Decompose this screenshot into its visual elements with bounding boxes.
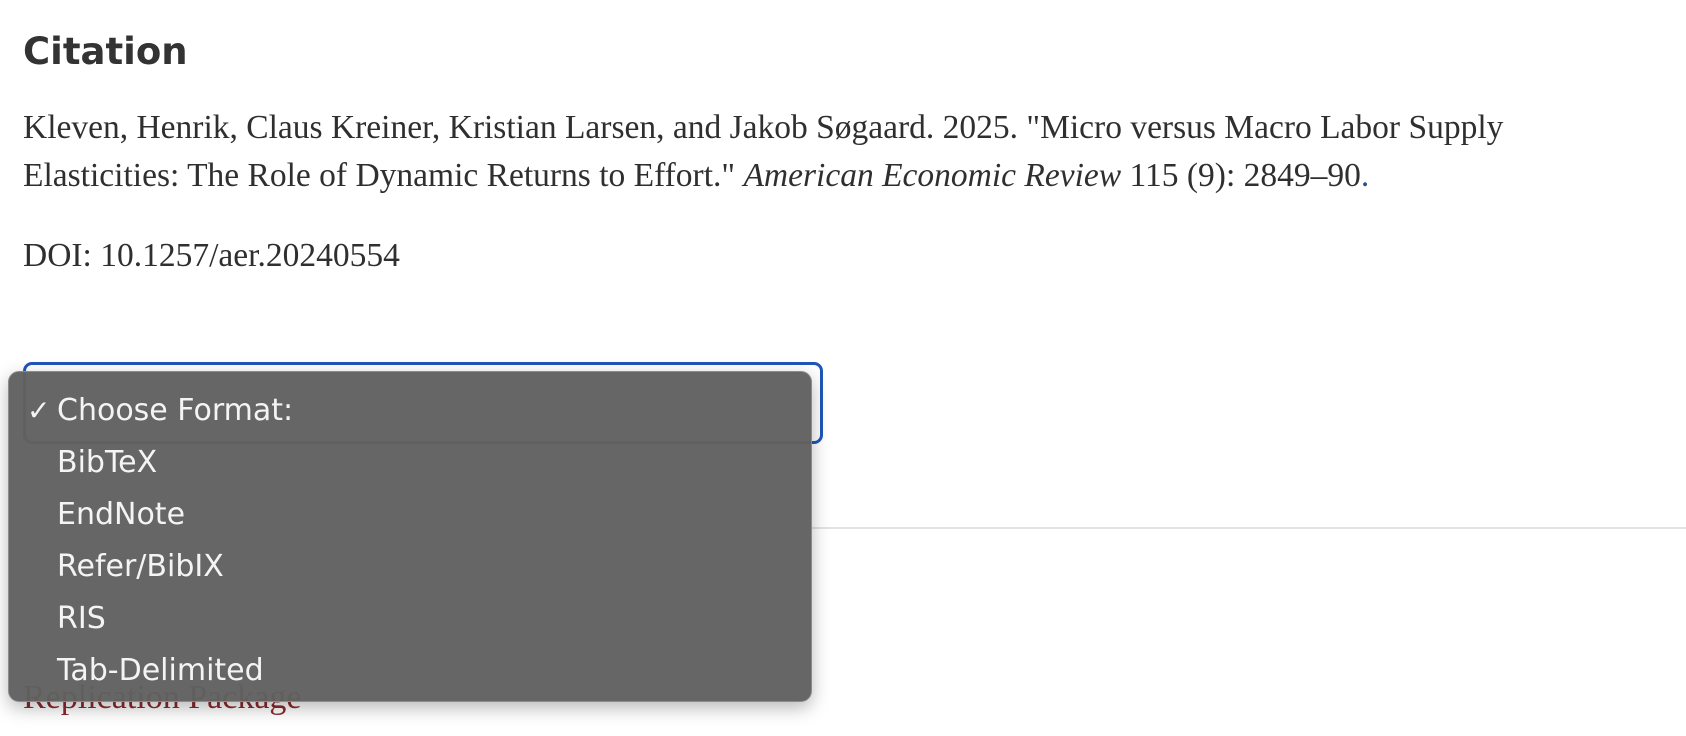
format-option-refer-bibix[interactable]: Refer/BibIX — [9, 541, 811, 593]
format-option-label: BibTeX — [57, 445, 158, 480]
format-option-label: Choose Format: — [57, 393, 294, 428]
format-option-ris[interactable]: RIS — [9, 593, 811, 645]
format-option-label: Tab-Delimited — [57, 653, 264, 688]
doi-text: DOI: 10.1257/aer.20240554 — [23, 237, 400, 274]
format-option-bibtex[interactable]: BibTeX — [9, 437, 811, 489]
format-option-tab-delimited[interactable]: Tab-Delimited — [9, 645, 811, 697]
citation-trailing-link[interactable]: . — [1361, 157, 1369, 194]
format-option-choose[interactable]: ✓ Choose Format: — [9, 385, 811, 437]
citation-volume-pages: 115 (9): 2849–90 — [1121, 157, 1361, 194]
format-dropdown-menu[interactable]: ✓ Choose Format: BibTeX EndNote Refer/Bi… — [8, 371, 812, 702]
citation-heading: Citation — [23, 30, 188, 73]
format-option-label: RIS — [57, 601, 106, 636]
format-option-endnote[interactable]: EndNote — [9, 489, 811, 541]
section-divider — [800, 527, 1686, 529]
checkmark-icon: ✓ — [27, 394, 51, 427]
format-option-label: Refer/BibIX — [57, 549, 224, 584]
format-option-label: EndNote — [57, 497, 186, 532]
citation-journal: American Economic Review — [743, 157, 1122, 194]
citation-text: Kleven, Henrik, Claus Kreiner, Kristian … — [23, 104, 1663, 200]
